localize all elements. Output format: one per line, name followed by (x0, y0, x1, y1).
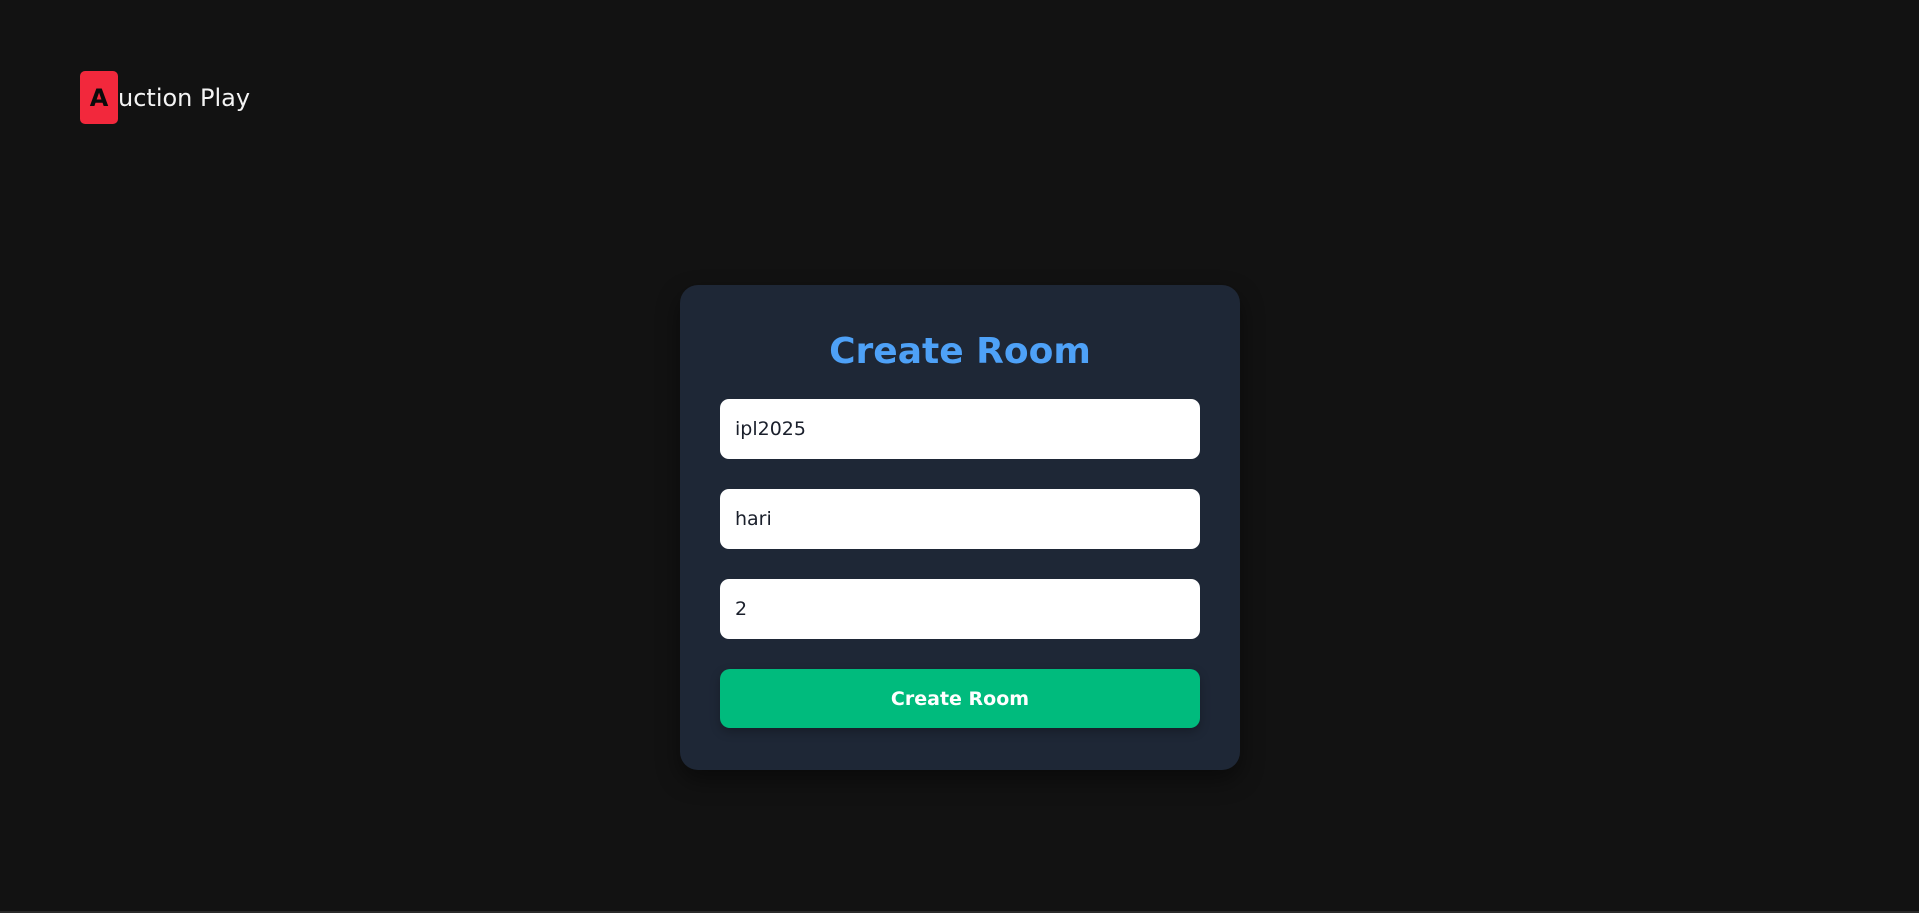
room-id-input[interactable] (720, 399, 1200, 459)
create-room-card: Create Room Create Room (680, 285, 1240, 770)
logo-mark: A (80, 71, 118, 124)
team-count-input[interactable] (720, 579, 1200, 639)
page: A uction Play Create Room Create Room (0, 0, 1919, 913)
create-room-button[interactable]: Create Room (720, 669, 1200, 728)
app-logo[interactable]: A uction Play (80, 71, 250, 124)
user-name-input[interactable] (720, 489, 1200, 549)
logo-text: uction Play (118, 83, 251, 112)
card-title: Create Room (829, 331, 1091, 372)
